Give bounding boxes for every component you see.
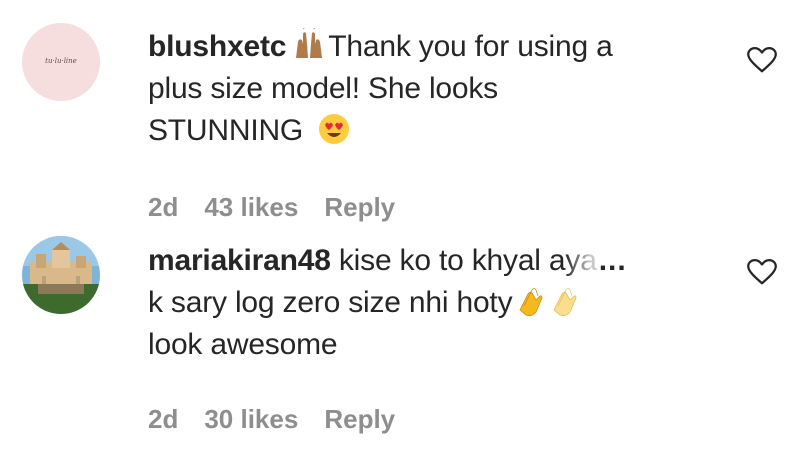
comment-text-line: kise ko to khyal a [338, 244, 566, 277]
reply-button[interactable]: Reply [324, 404, 395, 434]
like-heart-icon[interactable] [747, 258, 777, 286]
more-ellipsis[interactable]: ... [599, 244, 627, 277]
avatar-photo [22, 236, 100, 314]
clapping-hands-emoji-icon [553, 288, 577, 316]
comment-username[interactable]: mariakiran48 [148, 244, 331, 277]
comment-text-line: look awesome [148, 328, 338, 361]
clapping-hands-emoji-icon [519, 288, 543, 316]
comment-item: mariakiran48 kise ko to khyal aya... k s… [0, 0, 800, 450]
comment-text-line: k sary log zero size nhi hoty [148, 286, 513, 319]
comment-time: 2d [148, 404, 179, 434]
comment-text-faded: ya [565, 244, 597, 277]
avatar[interactable] [22, 236, 100, 314]
comment-meta: 2d 30 likes Reply [148, 404, 421, 435]
comment-likes[interactable]: 30 likes [204, 404, 298, 434]
comment-text: mariakiran48 kise ko to khyal aya... k s… [148, 240, 728, 366]
